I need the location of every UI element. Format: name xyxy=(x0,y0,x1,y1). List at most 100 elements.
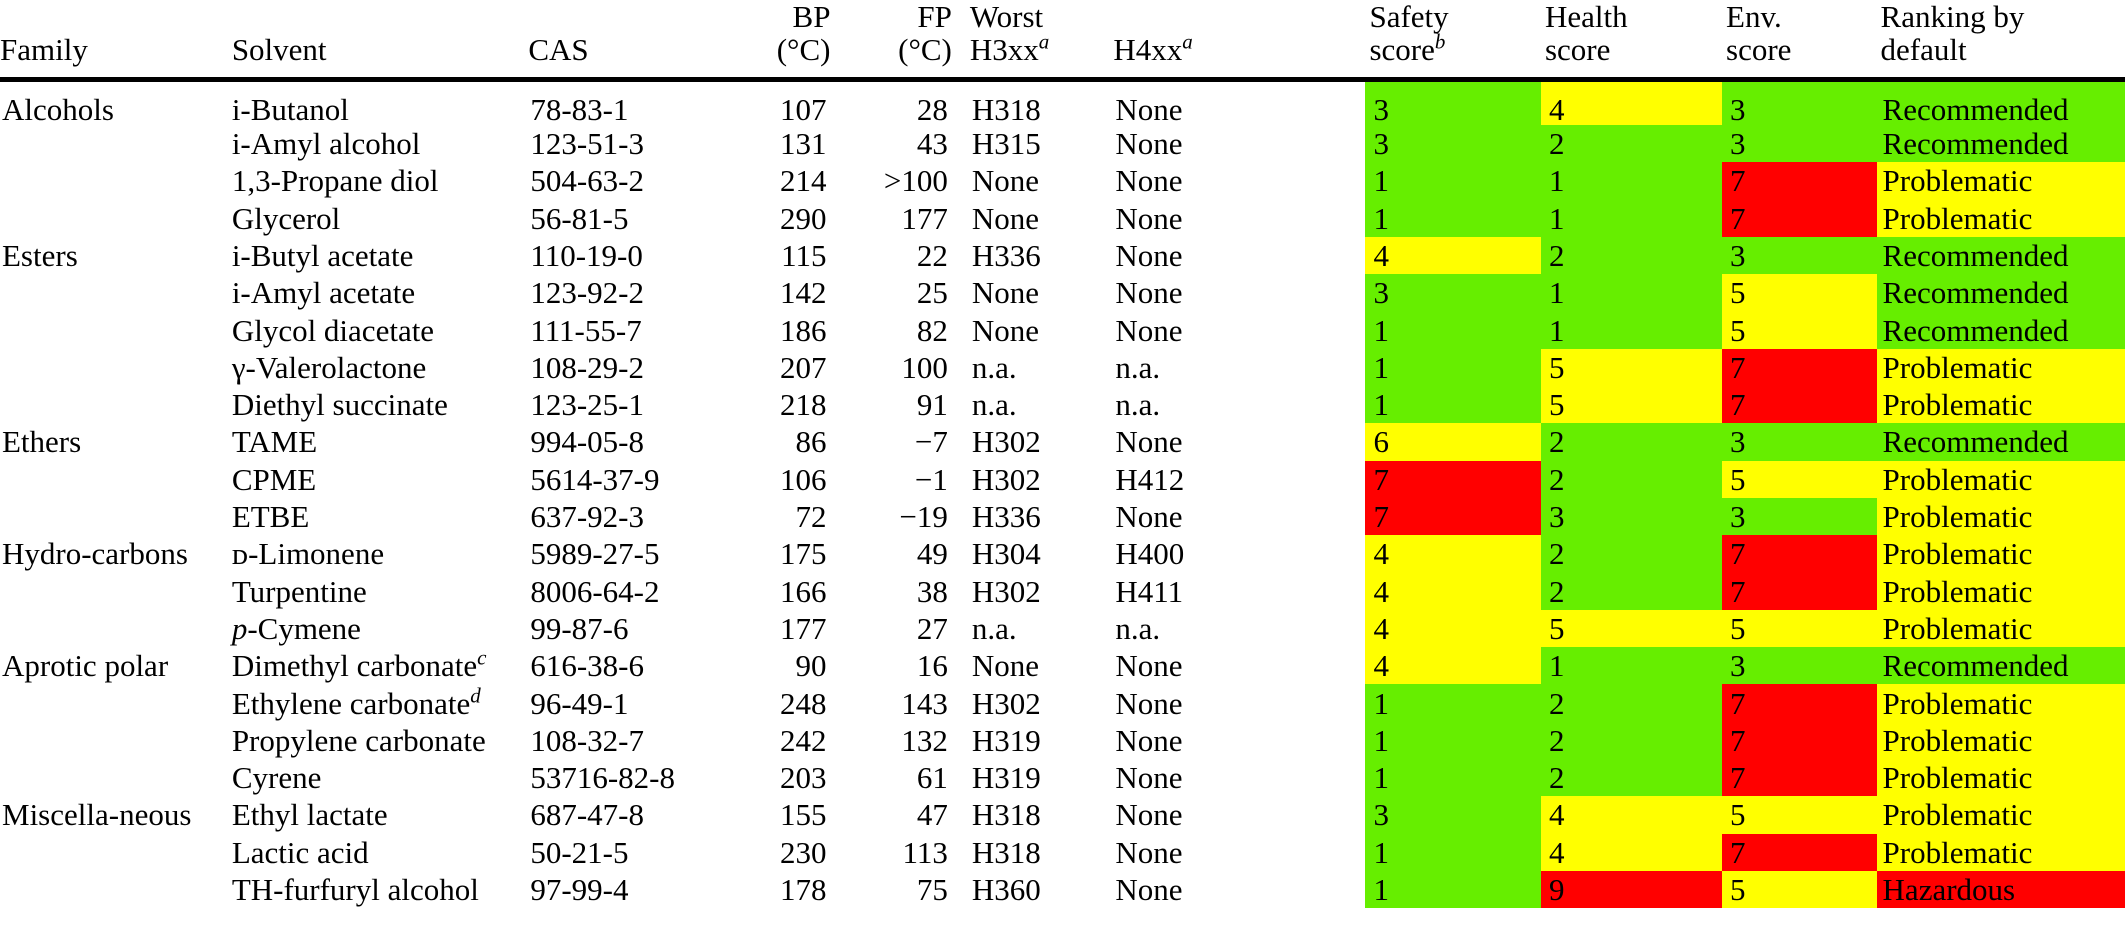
solvent-name: Diethyl succinate xyxy=(231,387,448,423)
cell-cas: 123-25-1 xyxy=(530,387,644,423)
cell-health-score: 5 xyxy=(1540,386,1723,424)
cell-ranking: Problematic xyxy=(1876,386,2125,424)
cell-bp: 115 xyxy=(781,237,827,273)
solvent-name: Glycerol xyxy=(231,200,341,236)
column-header-footnote-marker: a xyxy=(1038,30,1050,55)
solvent-name: Propylene carbonate xyxy=(231,722,486,758)
column-header-solvent: Solvent xyxy=(231,0,525,82)
cell-h3xx: None xyxy=(971,275,1040,311)
solvent-name: Ethyl lactate xyxy=(231,797,388,833)
solvent-selection-table: Family Solvent CAS BP (°C) FP (°C) Worst H3xxa H4… xyxy=(0,0,2125,909)
cell-h4xx: None xyxy=(1115,760,1183,796)
solvent-name: Turpentine xyxy=(231,573,367,609)
cell-bp: 90 xyxy=(795,648,827,684)
column-header-h3xx: Worst H3xxa xyxy=(965,0,1110,82)
cell-family xyxy=(0,573,232,610)
cell-fp: 38 xyxy=(916,573,948,609)
cell-env-score: 7 xyxy=(1722,572,1877,610)
column-header-h4xx: H4xxa xyxy=(1109,0,1366,82)
cell-health-score: 2 xyxy=(1540,684,1723,722)
cell-health-score: 3 xyxy=(1540,497,1723,536)
column-header-rank: Ranking by default xyxy=(1876,0,2125,82)
cell-ranking: Problematic xyxy=(1876,609,2125,648)
column-header-line2: CAS xyxy=(528,32,589,68)
cell-cas: 108-32-7 xyxy=(530,722,644,758)
cell-ranking: Problematic xyxy=(1876,348,2125,387)
cell-h4xx: None xyxy=(1115,163,1183,199)
cell-h3xx: H302 xyxy=(971,424,1041,460)
cell-ranking: Problematic xyxy=(1876,758,2125,797)
cell-solvent: γ-Valerolactone xyxy=(232,349,525,386)
cell-safety-score: 1 xyxy=(1365,386,1541,424)
cell-env-score: 5 xyxy=(1722,311,1877,349)
cell-bp: 107 xyxy=(779,91,827,127)
cell-family xyxy=(0,610,232,647)
cell-cas: 637-92-3 xyxy=(530,499,644,535)
cell-solvent: Lactic acid xyxy=(232,834,525,871)
cell-ranking: Problematic xyxy=(1876,460,2125,498)
solvent-name: CPME xyxy=(231,461,317,497)
cell-h4xx: None xyxy=(1115,722,1183,758)
cell-health-score: 2 xyxy=(1540,535,1723,573)
cell-cas: 123-51-3 xyxy=(530,126,644,162)
cell-cas: 96-49-1 xyxy=(530,685,629,721)
cell-solvent: ETBE xyxy=(232,498,525,535)
cell-env-score: 5 xyxy=(1722,460,1877,498)
cell-bp: 106 xyxy=(779,461,827,497)
cell-h3xx: None xyxy=(971,200,1040,236)
cell-h3xx: H302 xyxy=(971,461,1041,497)
solvent-name: 1,3-Propane diol xyxy=(231,163,439,199)
table-row: Ethylene carbonated 96-49-1 248 143 H302 None… xyxy=(0,684,2125,722)
cell-h3xx: n.a. xyxy=(971,610,1017,646)
column-header-env: Env. score xyxy=(1722,0,1877,82)
cell-safety-score: 1 xyxy=(1365,684,1541,722)
cell-h3xx: H302 xyxy=(971,573,1041,609)
cell-cas: 111-55-7 xyxy=(530,312,642,348)
cell-safety-score: 1 xyxy=(1365,199,1541,237)
cell-family xyxy=(0,684,232,721)
cell-family xyxy=(0,834,232,871)
cell-solvent: Cyrene xyxy=(232,759,525,796)
cell-env-score: 3 xyxy=(1722,124,1877,163)
cell-h3xx: H318 xyxy=(971,834,1041,870)
cell-h4xx: None xyxy=(1115,797,1183,833)
cell-env-score: 7 xyxy=(1722,535,1877,573)
cell-ranking: Problematic xyxy=(1876,796,2125,834)
table-row: Propylene carbonate 108-32-7 242 132 H319 Non… xyxy=(0,721,2125,759)
cell-family xyxy=(0,311,232,348)
cell-bp: 230 xyxy=(779,834,827,870)
cell-h4xx: n.a. xyxy=(1115,387,1161,423)
cell-cas: 53716-82-8 xyxy=(530,760,675,796)
cell-fp: 177 xyxy=(901,200,948,236)
cell-fp: −19 xyxy=(899,499,948,535)
cell-safety-score: 1 xyxy=(1365,348,1541,387)
cell-bp: 248 xyxy=(779,685,827,721)
cell-cas: 616-38-6 xyxy=(530,648,644,684)
table-header-row: Family Solvent CAS BP (°C) FP (°C) Worst H3xxa H4… xyxy=(0,0,2125,82)
cell-health-score: 2 xyxy=(1540,572,1723,610)
cell-solvent: TAME xyxy=(232,423,525,460)
cell-ranking: Recommended xyxy=(1876,647,2125,685)
column-header-line2: score xyxy=(1726,32,1792,68)
cell-bp: 175 xyxy=(779,536,827,572)
cell-ranking: Recommended xyxy=(1876,423,2125,461)
column-header-line1: Worst xyxy=(969,0,1044,34)
solvent-name-rest: -Cymene xyxy=(247,610,361,646)
cell-env-score: 7 xyxy=(1722,199,1877,237)
column-header-line2: (°C) xyxy=(898,32,952,68)
table-row: Hydro-carbons ᴅ-Limonene 5989-27-5 175 49 H30… xyxy=(0,535,2125,573)
cell-health-score: 2 xyxy=(1540,236,1723,275)
cell-fp: 49 xyxy=(916,536,948,572)
cell-cas: 8006-64-2 xyxy=(530,573,660,609)
cell-env-score: 3 xyxy=(1722,497,1877,536)
cell-bp: 218 xyxy=(779,387,827,423)
cell-fp: 61 xyxy=(916,760,948,796)
cell-cas: 78-83-1 xyxy=(530,91,629,127)
cell-h3xx: H302 xyxy=(971,685,1041,721)
cell-fp: 113 xyxy=(902,834,948,870)
cell-family: Esters xyxy=(2,237,78,273)
cell-health-score: 4 xyxy=(1540,79,1723,125)
cell-bp: 242 xyxy=(779,722,827,758)
column-header-line1: FP xyxy=(917,0,952,34)
solvent-footnote-marker: c xyxy=(477,645,487,670)
